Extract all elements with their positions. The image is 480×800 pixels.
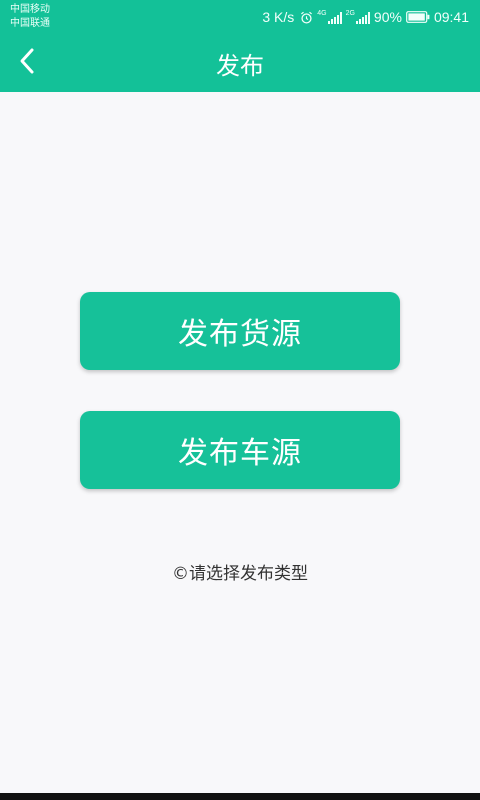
publish-cargo-button[interactable]: 发布货源 <box>80 292 400 370</box>
signal-icon: 2G <box>346 10 370 24</box>
publish-vehicle-label: 发布车源 <box>178 436 302 471</box>
signal-bars <box>327 12 342 24</box>
signal-1-tag: 4G <box>317 10 327 17</box>
battery-percent: 90% <box>373 9 402 25</box>
publish-vehicle-button[interactable]: 发布车源 <box>80 411 400 489</box>
publish-cargo-label: 发布货源 <box>178 317 302 352</box>
status-bar: 中国移动 中国联通 3 K/s 4G 2G 90% 09:41 <box>0 0 480 33</box>
signal-bars <box>355 12 370 24</box>
page-title: 发布 <box>216 52 264 80</box>
clock: 09:41 <box>433 9 469 25</box>
network-speed: 3 K/s <box>262 9 295 25</box>
carrier-1: 中国移动 <box>10 4 50 15</box>
bottom-edge <box>0 793 480 800</box>
nav-bar: 发布 <box>0 33 480 92</box>
status-indicators: 3 K/s 4G 2G 90% 09:41 <box>262 7 469 27</box>
carrier-info: 中国移动 中国联通 <box>10 3 50 31</box>
app-header: 中国移动 中国联通 3 K/s 4G 2G 90% 09:41 发布 <box>0 0 480 92</box>
alarm-icon <box>301 11 313 24</box>
battery-icon <box>406 11 430 23</box>
signal-icon: 4G <box>317 10 342 24</box>
carrier-2: 中国联通 <box>10 18 50 29</box>
hint-text: ©请选择发布类型 <box>172 564 308 584</box>
signal-2-tag: 2G <box>345 10 355 17</box>
